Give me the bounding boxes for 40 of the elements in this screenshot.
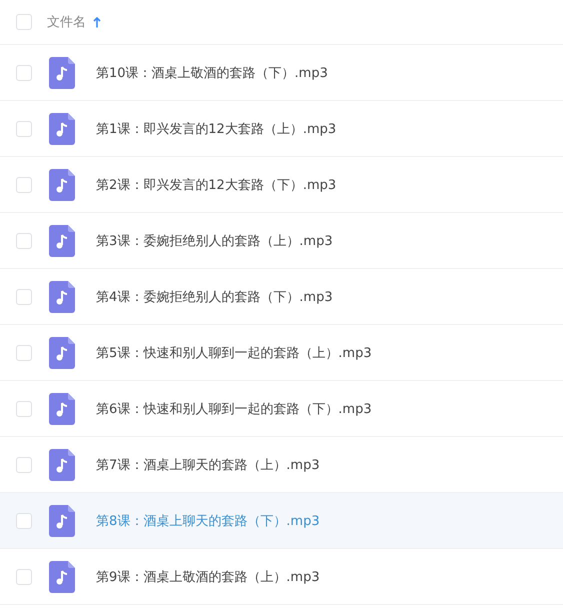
audio-file-icon [49, 448, 75, 480]
file-row[interactable]: 第2课：即兴发言的12大套路（下）.mp3 [0, 157, 563, 213]
file-row[interactable]: 第6课：快速和别人聊到一起的套路（下）.mp3 [0, 381, 563, 437]
row-checkbox[interactable] [16, 176, 32, 192]
audio-file-icon [49, 560, 75, 592]
file-name[interactable]: 第3课：委婉拒绝别人的套路（上）.mp3 [96, 232, 333, 250]
file-name[interactable]: 第1课：即兴发言的12大套路（上）.mp3 [96, 120, 336, 138]
column-header[interactable]: 文件名 [47, 13, 86, 31]
file-row[interactable]: 第4课：委婉拒绝别人的套路（下）.mp3 [0, 269, 563, 325]
file-name[interactable]: 第4课：委婉拒绝别人的套路（下）.mp3 [96, 288, 333, 306]
row-checkbox[interactable] [16, 400, 32, 416]
audio-file-icon [49, 504, 75, 536]
row-checkbox[interactable] [16, 288, 32, 304]
row-checkbox[interactable] [16, 568, 32, 584]
audio-file-icon [49, 392, 75, 424]
audio-file-icon [49, 336, 75, 368]
row-checkbox[interactable] [16, 344, 32, 360]
audio-file-icon [49, 280, 75, 312]
file-name[interactable]: 第10课：酒桌上敬酒的套路（下）.mp3 [96, 64, 328, 82]
file-row[interactable]: 第3课：委婉拒绝别人的套路（上）.mp3 [0, 213, 563, 269]
row-checkbox[interactable] [16, 512, 32, 528]
file-name[interactable]: 第5课：快速和别人聊到一起的套路（上）.mp3 [96, 344, 372, 362]
row-checkbox[interactable] [16, 232, 32, 248]
file-name[interactable]: 第2课：即兴发言的12大套路（下）.mp3 [96, 176, 336, 194]
audio-file-icon [49, 168, 75, 200]
file-name[interactable]: 第7课：酒桌上聊天的套路（上）.mp3 [96, 456, 320, 474]
file-row[interactable]: 第10课：酒桌上敬酒的套路（下）.mp3 [0, 45, 563, 101]
file-name[interactable]: 第9课：酒桌上敬酒的套路（上）.mp3 [96, 568, 320, 586]
audio-file-icon [49, 56, 75, 88]
audio-file-icon [49, 112, 75, 144]
file-row[interactable]: 第1课：即兴发言的12大套路（上）.mp3 [0, 101, 563, 157]
file-row[interactable]: 第5课：快速和别人聊到一起的套路（上）.mp3 [0, 325, 563, 381]
select-all-checkbox[interactable] [16, 14, 32, 30]
file-name[interactable]: 第6课：快速和别人聊到一起的套路（下）.mp3 [96, 400, 372, 418]
file-row[interactable]: 第9课：酒桌上敬酒的套路（上）.mp3 [0, 549, 563, 605]
row-checkbox[interactable] [16, 64, 32, 80]
row-checkbox[interactable] [16, 456, 32, 472]
row-checkbox[interactable] [16, 120, 32, 136]
audio-file-icon [49, 224, 75, 256]
sort-arrow-icon[interactable] [93, 16, 101, 28]
